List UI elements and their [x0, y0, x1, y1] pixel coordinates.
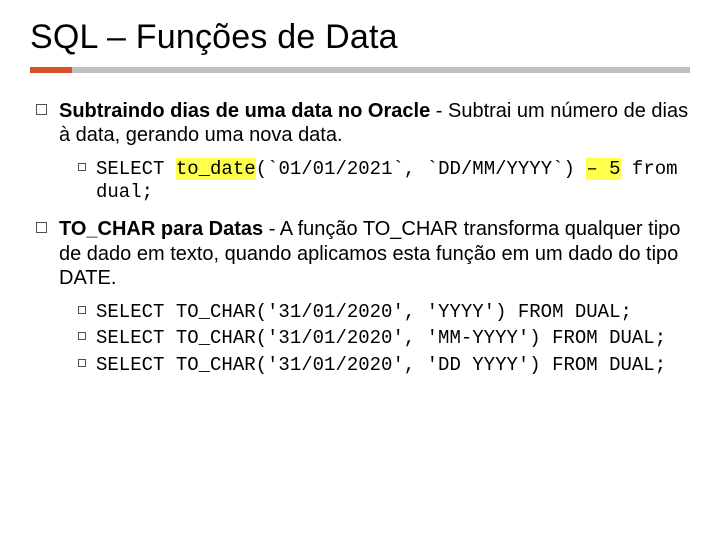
- list-item-text: Subtraindo dias de uma data no Oracle - …: [59, 99, 690, 148]
- heading: TO_CHAR para Datas: [59, 218, 263, 240]
- content: Subtraindo dias de uma data no Oracle - …: [30, 99, 690, 377]
- bullet-icon: [36, 222, 47, 233]
- code-text: (`01/01/2021`, `DD/MM/YYYY`): [256, 158, 587, 180]
- code-text: SELECT: [96, 158, 176, 180]
- bullet-icon: [78, 306, 86, 314]
- list-item: Subtraindo dias de uma data no Oracle - …: [36, 99, 690, 148]
- title-rule: [30, 67, 690, 73]
- bullet-icon: [78, 332, 86, 340]
- list-item: TO_CHAR para Datas - A função TO_CHAR tr…: [36, 217, 690, 290]
- code-line: SELECT TO_CHAR('31/01/2020', 'DD YYYY') …: [96, 354, 666, 377]
- list-item: SELECT TO_CHAR('31/01/2020', 'MM-YYYY') …: [78, 327, 690, 350]
- bullet-icon: [78, 163, 86, 171]
- highlight: – 5: [586, 158, 620, 180]
- list-item: SELECT to_date(`01/01/2021`, `DD/MM/YYYY…: [78, 158, 690, 204]
- code-line: SELECT TO_CHAR('31/01/2020', 'MM-YYYY') …: [96, 327, 666, 350]
- code-line: SELECT TO_CHAR('31/01/2020', 'YYYY') FRO…: [96, 301, 632, 324]
- list-item: SELECT TO_CHAR('31/01/2020', 'YYYY') FRO…: [78, 301, 690, 324]
- list-item-text: TO_CHAR para Datas - A função TO_CHAR tr…: [59, 217, 690, 290]
- sub-list: SELECT TO_CHAR('31/01/2020', 'YYYY') FRO…: [78, 301, 690, 377]
- heading: Subtraindo dias de uma data no Oracle: [59, 100, 430, 122]
- highlight: to_date: [176, 158, 256, 180]
- code-line: SELECT to_date(`01/01/2021`, `DD/MM/YYYY…: [96, 158, 690, 204]
- sub-list: SELECT to_date(`01/01/2021`, `DD/MM/YYYY…: [78, 158, 690, 204]
- page-title: SQL – Funções de Data: [30, 18, 690, 57]
- list-item: SELECT TO_CHAR('31/01/2020', 'DD YYYY') …: [78, 354, 690, 377]
- bullet-icon: [78, 359, 86, 367]
- bullet-icon: [36, 104, 47, 115]
